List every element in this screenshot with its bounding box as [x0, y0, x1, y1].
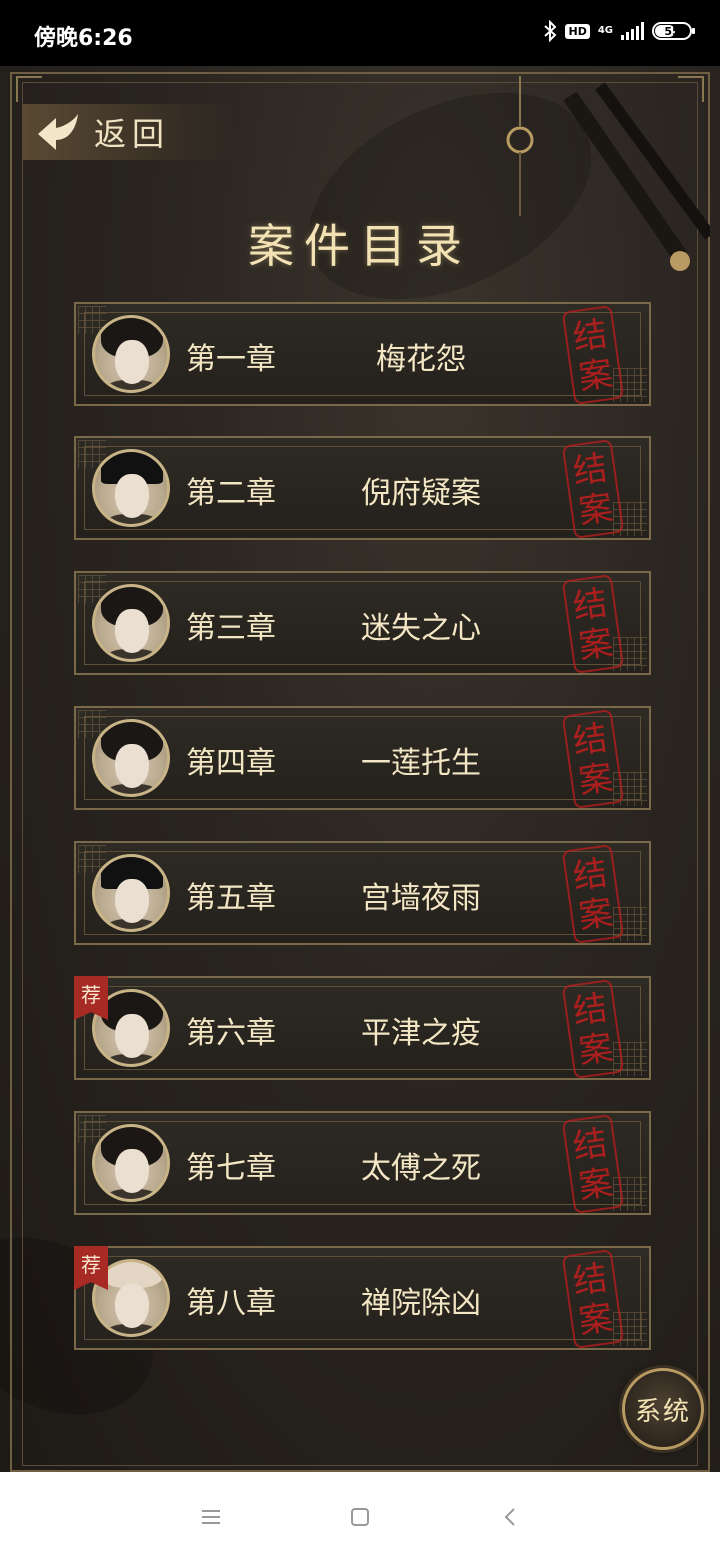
- chapter-avatar: [92, 1124, 170, 1202]
- chapter-number: 第八章: [186, 1286, 276, 1321]
- back-label: 返回: [94, 115, 171, 153]
- chapter-number: 第六章: [186, 1016, 276, 1051]
- bluetooth-icon: [544, 20, 557, 42]
- chapter-row-1[interactable]: 第一章 梅花怨 结案: [74, 302, 651, 406]
- closed-stamp: 结案: [561, 841, 625, 945]
- chapter-number: 第五章: [186, 881, 276, 916]
- chapter-name: 宫墙夜雨: [361, 881, 481, 916]
- chapter-avatar: [92, 719, 170, 797]
- page-title: 案件目录: [248, 219, 472, 273]
- status-bar: 傍晚6:26 HD 4G 55: [0, 0, 720, 66]
- back-icon[interactable]: [496, 1502, 526, 1532]
- chapter-avatar: [92, 449, 170, 527]
- case-catalog-screen: 返回 案件目录 第一章 梅花怨 结案 第二章 倪府疑案 结案 第三章 迷失之心 …: [0, 66, 720, 1472]
- back-button[interactable]: 返回: [22, 104, 232, 160]
- chapter-row-5[interactable]: 第五章 宫墙夜雨 结案: [74, 841, 651, 945]
- chapter-number: 第三章: [186, 611, 276, 646]
- chapter-row-7[interactable]: 第七章 太傅之死 结案: [74, 1111, 651, 1215]
- closed-stamp: 结案: [561, 706, 625, 810]
- chapter-name: 平津之疫: [361, 1016, 481, 1051]
- back-arrow-icon: [38, 114, 78, 150]
- chapter-name: 一莲托生: [361, 746, 481, 781]
- chapter-name: 太傅之死: [361, 1151, 481, 1186]
- hd-icon: HD: [565, 23, 590, 39]
- chapter-row-2[interactable]: 第二章 倪府疑案 结案: [74, 436, 651, 540]
- chapter-avatar: [92, 584, 170, 662]
- frame-corner: [16, 76, 42, 102]
- closed-stamp: 结案: [561, 1111, 625, 1215]
- chapter-number: 第七章: [186, 1151, 276, 1186]
- closed-stamp: 结案: [561, 302, 625, 406]
- battery-icon: 55: [652, 22, 695, 40]
- chapter-name: 梅花怨: [376, 342, 466, 377]
- system-button[interactable]: 系统: [622, 1368, 704, 1450]
- signal-icon: [621, 22, 644, 40]
- battery-percent: 55: [664, 24, 680, 38]
- chapter-number: 第四章: [186, 746, 276, 781]
- chapter-name: 迷失之心: [361, 611, 481, 646]
- closed-stamp: 结案: [561, 976, 625, 1080]
- network-type: 4G: [597, 25, 613, 36]
- chapter-row-4[interactable]: 第四章 一莲托生 结案: [74, 706, 651, 810]
- closed-stamp: 结案: [561, 436, 625, 540]
- closed-stamp: 结案: [561, 1246, 625, 1350]
- chapter-name: 倪府疑案: [361, 476, 481, 511]
- chapter-number: 第一章: [186, 342, 276, 377]
- chapter-row-3[interactable]: 第三章 迷失之心 结案: [74, 571, 651, 675]
- home-icon[interactable]: [345, 1502, 375, 1532]
- chapter-row-6[interactable]: 荐 第六章 平津之疫 结案: [74, 976, 651, 1080]
- chapter-row-8[interactable]: 荐 第八章 禅院除凶 结案: [74, 1246, 651, 1350]
- status-icons: HD 4G 55: [543, 20, 695, 42]
- navigation-bar: [0, 1472, 720, 1560]
- status-time: 傍晚6:26: [34, 26, 133, 51]
- chapter-number: 第二章: [186, 476, 276, 511]
- system-label: 系统: [634, 1396, 691, 1427]
- chapter-avatar: [92, 854, 170, 932]
- menu-icon[interactable]: [196, 1502, 226, 1532]
- closed-stamp: 结案: [561, 571, 625, 675]
- chapter-avatar: [92, 315, 170, 393]
- chapter-name: 禅院除凶: [361, 1286, 481, 1321]
